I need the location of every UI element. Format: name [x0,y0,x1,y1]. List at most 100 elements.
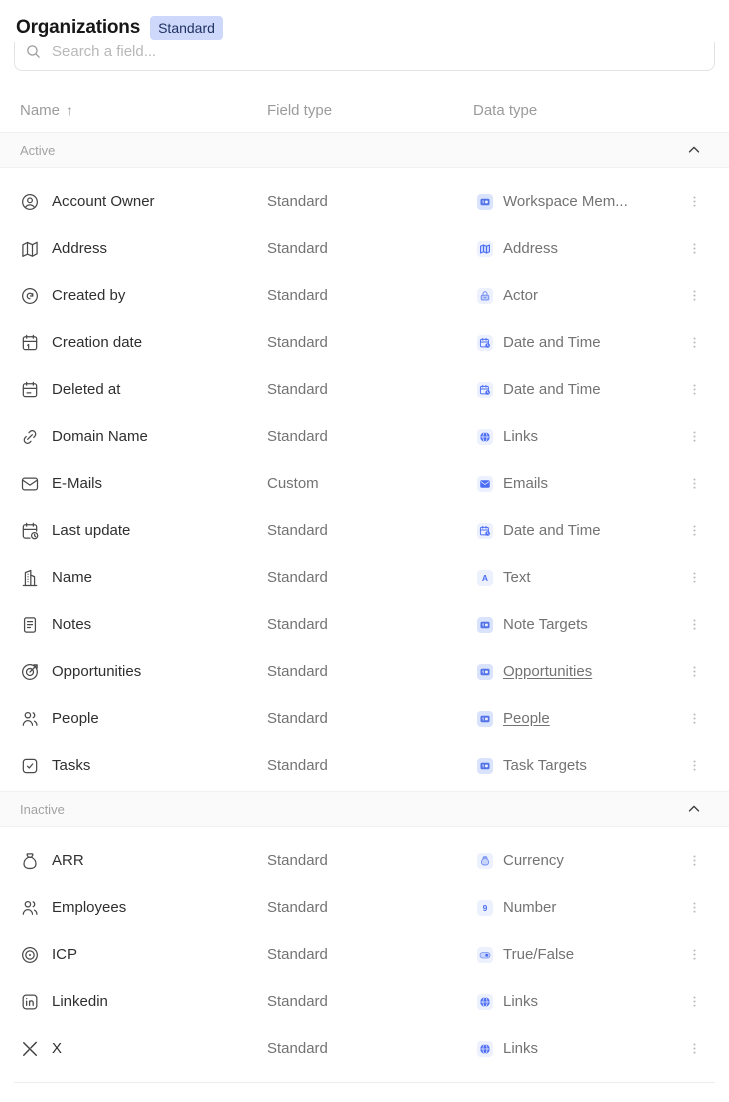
table-row[interactable]: Deleted at Standard Date and Time [0,366,729,413]
table-row[interactable]: Linkedin Standard Links [0,978,729,1025]
table-row[interactable]: Address Standard Address [0,225,729,272]
row-data-type-cell: Date and Time [473,334,674,351]
row-menu-button[interactable] [683,943,706,966]
row-data-type-label: Links [503,1040,538,1057]
row-name-cell: Address [20,239,267,259]
notes-icon [20,615,40,635]
table-row[interactable]: Account Owner Standard Workspace Mem... [0,178,729,225]
row-data-type-cell: Date and Time [473,381,674,398]
row-data-type-cell: 9 Number [473,899,674,916]
row-menu-button[interactable] [683,990,706,1013]
bottom-divider [14,1082,715,1083]
row-menu-button[interactable] [683,284,706,307]
table-row[interactable]: X Standard Links [0,1025,729,1072]
column-header-field-type[interactable]: Field type [267,102,473,119]
row-name-label: People [52,710,99,727]
row-menu-cell [674,896,714,919]
table-row[interactable]: Notes Standard Note Targets [0,601,729,648]
row-menu-button[interactable] [683,378,706,401]
column-header-name[interactable]: Name ↑ [20,102,267,119]
table-row[interactable]: ICP Standard True/False [0,931,729,978]
column-header-data-type[interactable]: Data type [473,102,674,119]
row-data-type-cell: Opportunities [473,663,674,680]
row-menu-button[interactable] [683,613,706,636]
table-row[interactable]: Last update Standard Date and Time [0,507,729,554]
table-row[interactable]: Tasks Standard Task Targets [0,742,729,789]
row-menu-button[interactable] [683,237,706,260]
row-data-type-cell: Links [473,993,674,1010]
row-name-cell: Notes [20,615,267,635]
search-input[interactable] [50,42,704,61]
row-data-type-cell: Address [473,240,674,257]
row-menu-button[interactable] [683,707,706,730]
row-menu-cell [674,378,714,401]
field-sections: Active Account Owner Standard Workspace … [0,132,729,1074]
row-name-label: Account Owner [52,193,155,210]
users-icon [20,898,40,918]
row-menu-cell [674,519,714,542]
section-header[interactable]: Active [0,132,729,168]
calendar-time-icon [477,523,493,539]
row-menu-cell [674,237,714,260]
row-menu-button[interactable] [683,519,706,542]
row-name-label: ARR [52,852,84,869]
chevron-up-icon[interactable] [685,800,703,818]
row-menu-button[interactable] [683,331,706,354]
row-data-type-cell: Emails [473,475,674,492]
number-icon: 9 [477,900,493,916]
row-name-label: Linkedin [52,993,108,1010]
page-title: Organizations [16,17,140,39]
field-section: Active Account Owner Standard Workspace … [0,132,729,791]
sort-asc-indicator: ↑ [66,102,73,118]
table-row[interactable]: People Standard People [0,695,729,742]
row-data-type-label[interactable]: Opportunities [503,663,592,680]
row-menu-button[interactable] [683,754,706,777]
search-box[interactable] [14,42,715,71]
globe-icon [477,994,493,1010]
table-header: Name ↑ Field type Data type [0,72,729,132]
kebab-menu-icon [687,853,702,868]
row-field-type: Standard [267,663,473,680]
row-menu-button[interactable] [683,849,706,872]
text-a-icon: A [477,570,493,586]
row-name-cell: E-Mails [20,474,267,494]
row-name-label: Tasks [52,757,90,774]
row-data-type-cell: Links [473,428,674,445]
row-name-cell: X [20,1039,267,1059]
row-menu-button[interactable] [683,1037,706,1060]
row-menu-button[interactable] [683,566,706,589]
row-name-cell: Deleted at [20,380,267,400]
calendar-clock-icon [20,521,40,541]
chevron-up-icon[interactable] [685,141,703,159]
table-row[interactable]: Opportunities Standard Opportunities [0,648,729,695]
row-name-cell: Creation date [20,333,267,353]
settings-object-fields-page: Organizations Standard Name ↑ Field type… [0,0,729,1083]
row-menu-button[interactable] [683,472,706,495]
row-name-cell: Tasks [20,756,267,776]
row-data-type-label: Address [503,240,558,257]
page-header: Organizations Standard [0,0,729,42]
mail-icon [20,474,40,494]
row-menu-button[interactable] [683,190,706,213]
row-name-cell: Account Owner [20,192,267,212]
row-name-cell: Name [20,568,267,588]
table-row[interactable]: Domain Name Standard Links [0,413,729,460]
row-menu-button[interactable] [683,425,706,448]
relation-icon [477,194,493,210]
table-row[interactable]: ARR Standard Currency [0,837,729,884]
users-icon [20,709,40,729]
table-row[interactable]: Creation date Standard Date and Time [0,319,729,366]
table-row[interactable]: Name Standard A Text [0,554,729,601]
row-field-type: Standard [267,334,473,351]
table-row[interactable]: Employees Standard 9 Number [0,884,729,931]
row-field-type: Standard [267,522,473,539]
row-name-cell: ARR [20,851,267,871]
table-row[interactable]: Created by Standard Actor [0,272,729,319]
row-data-type-label: Text [503,569,531,586]
row-menu-button[interactable] [683,660,706,683]
section-header[interactable]: Inactive [0,791,729,827]
row-data-type-label[interactable]: People [503,710,550,727]
row-menu-button[interactable] [683,896,706,919]
table-row[interactable]: E-Mails Custom Emails [0,460,729,507]
kebab-menu-icon [687,758,702,773]
